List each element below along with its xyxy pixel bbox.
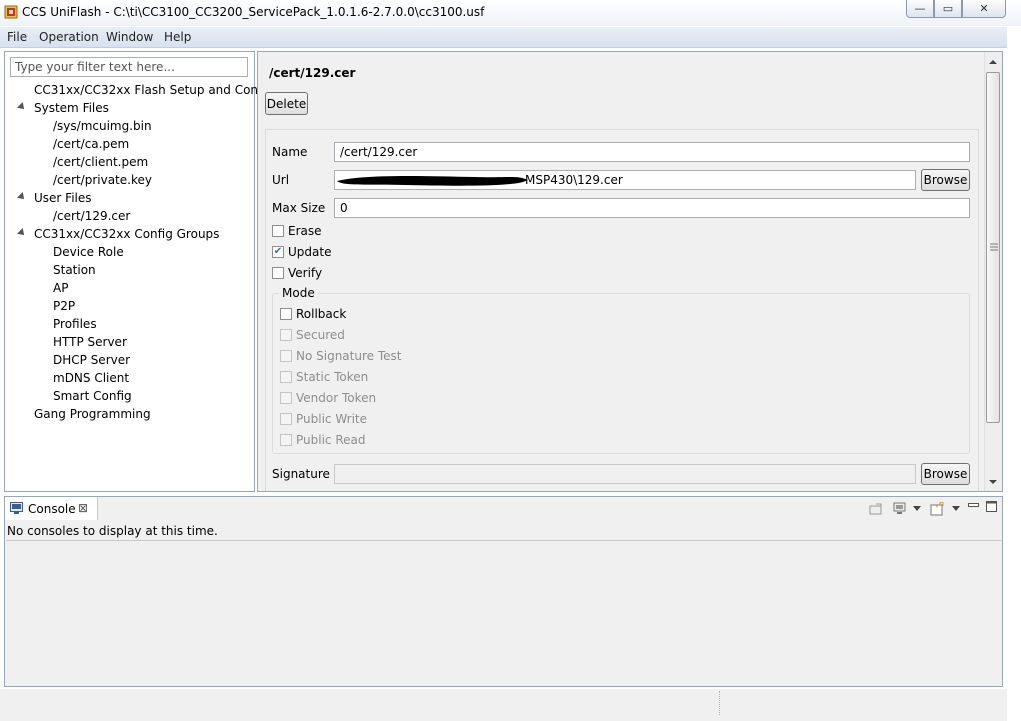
delete-button[interactable]: Delete — [265, 92, 308, 115]
name-field[interactable]: /cert/129.cer — [334, 142, 970, 162]
scroll-up-arrow-icon[interactable] — [988, 58, 998, 66]
url-field[interactable]: MSP430\129.cer — [334, 170, 916, 190]
scrollbar-thumb[interactable] — [986, 72, 1000, 423]
mode-group — [272, 293, 970, 454]
title-bar: CCS UniFlash - C:\ti\CC3100_CC3200_Servi… — [0, 0, 1021, 26]
tree-item-ap[interactable]: AP — [53, 279, 68, 297]
menu-window[interactable]: Window — [106, 30, 153, 44]
status-bar — [0, 689, 1007, 721]
console-separator — [6, 540, 1002, 541]
vendor-token-checkbox[interactable] — [280, 392, 292, 404]
console-close-icon[interactable]: ⊠ — [78, 501, 88, 515]
open-console-icon[interactable] — [930, 502, 945, 516]
tree-item-device-role[interactable]: Device Role — [53, 243, 124, 261]
url-browse-button[interactable]: Browse — [921, 169, 970, 191]
tree-item-station[interactable]: Station — [53, 261, 96, 279]
signature-label: Signature — [272, 467, 330, 481]
console-tab[interactable]: Console ⊠ — [5, 497, 98, 520]
static-token-label: Static Token — [296, 370, 369, 384]
console-tab-label: Console — [28, 502, 76, 516]
menu-operation[interactable]: Operation — [39, 30, 99, 44]
verify-label: Verify — [288, 266, 323, 280]
tree-item-private-key[interactable]: /cert/private.key — [53, 171, 152, 189]
minimize-view-icon[interactable] — [968, 502, 979, 510]
public-read-label: Public Read — [296, 433, 366, 447]
max-size-field[interactable]: 0 — [334, 198, 970, 218]
scroll-down-arrow-icon[interactable] — [988, 478, 998, 486]
uniflash-app-icon — [4, 5, 18, 19]
tree-item-system-files[interactable]: System Files — [34, 99, 109, 117]
status-divider — [719, 691, 721, 715]
tree-item-mdns-client[interactable]: mDNS Client — [53, 369, 129, 387]
menu-help[interactable]: Help — [164, 30, 191, 44]
minimize-icon: — — [914, 2, 926, 15]
erase-label: Erase — [288, 224, 322, 238]
rollback-label: Rollback — [296, 307, 347, 321]
url-value: MSP430\129.cer — [525, 173, 623, 187]
tree-item-p2p[interactable]: P2P — [53, 297, 75, 315]
update-checkbox[interactable]: ✔ — [272, 246, 284, 258]
close-icon: ✕ — [979, 2, 989, 15]
erase-checkbox[interactable] — [272, 225, 284, 237]
verify-checkbox[interactable] — [272, 267, 284, 279]
tree-item-config-groups[interactable]: CC31xx/CC32xx Config Groups — [34, 225, 219, 243]
minimize-button[interactable]: — — [906, 0, 934, 18]
maximize-view-icon[interactable] — [986, 501, 997, 512]
signature-field[interactable] — [334, 464, 916, 484]
display-console-icon[interactable] — [893, 502, 907, 515]
tree-item-ca-pem[interactable]: /cert/ca.pem — [53, 135, 129, 153]
mode-group-title: Mode — [279, 286, 318, 300]
no-signature-test-checkbox[interactable] — [280, 350, 292, 362]
menu-file[interactable]: File — [7, 30, 27, 44]
console-message: No consoles to display at this time. — [7, 524, 218, 538]
vendor-token-label: Vendor Token — [296, 391, 377, 405]
tree-item-profiles[interactable]: Profiles — [53, 315, 97, 333]
console-icon — [10, 502, 23, 514]
static-token-checkbox[interactable] — [280, 371, 292, 383]
tree-item-dhcp-server[interactable]: DHCP Server — [53, 351, 130, 369]
secured-checkbox[interactable] — [280, 329, 292, 341]
redaction-mark — [337, 175, 527, 186]
public-read-checkbox[interactable] — [280, 434, 292, 446]
maximize-icon: ▭ — [942, 2, 954, 15]
grip-icon — [990, 243, 998, 251]
tree-item-client-pem[interactable]: /cert/client.pem — [53, 153, 148, 171]
tree-item-user-files[interactable]: User Files — [34, 189, 92, 207]
url-label: Url — [272, 173, 290, 187]
tree-item-smart-config[interactable]: Smart Config — [53, 387, 132, 405]
signature-browse-button[interactable]: Browse — [921, 463, 970, 485]
menu-bar: File Operation Window Help — [0, 27, 1007, 48]
tree-item-flash-setup[interactable]: CC31xx/CC32xx Flash Setup and Control — [34, 81, 278, 99]
public-write-label: Public Write — [296, 412, 368, 426]
dropdown-arrow-icon[interactable] — [913, 506, 921, 512]
pin-console-icon[interactable] — [869, 503, 883, 516]
tree-item-http-server[interactable]: HTTP Server — [53, 333, 127, 351]
close-button[interactable]: ✕ — [962, 0, 1006, 18]
tree-item-mcuimg[interactable]: /sys/mcuimg.bin — [53, 117, 152, 135]
editor-title: /cert/129.cer — [269, 66, 356, 80]
max-size-label: Max Size — [272, 201, 326, 215]
background-strip — [1007, 27, 1021, 721]
name-label: Name — [272, 145, 308, 159]
update-label: Update — [288, 245, 332, 259]
public-write-checkbox[interactable] — [280, 413, 292, 425]
dropdown-arrow-icon[interactable] — [952, 506, 960, 512]
tree-item-gang-programming[interactable]: Gang Programming — [34, 405, 151, 423]
window-title: CCS UniFlash - C:\ti\CC3100_CC3200_Servi… — [22, 5, 485, 19]
no-signature-test-label: No Signature Test — [296, 349, 402, 363]
tree-item-129-cer[interactable]: /cert/129.cer — [53, 207, 130, 225]
tree-filter-input[interactable] — [10, 57, 248, 77]
secured-label: Secured — [296, 328, 345, 342]
checkmark-icon: ✔ — [273, 246, 283, 257]
rollback-checkbox[interactable] — [280, 308, 292, 320]
maximize-button[interactable]: ▭ — [934, 0, 962, 18]
